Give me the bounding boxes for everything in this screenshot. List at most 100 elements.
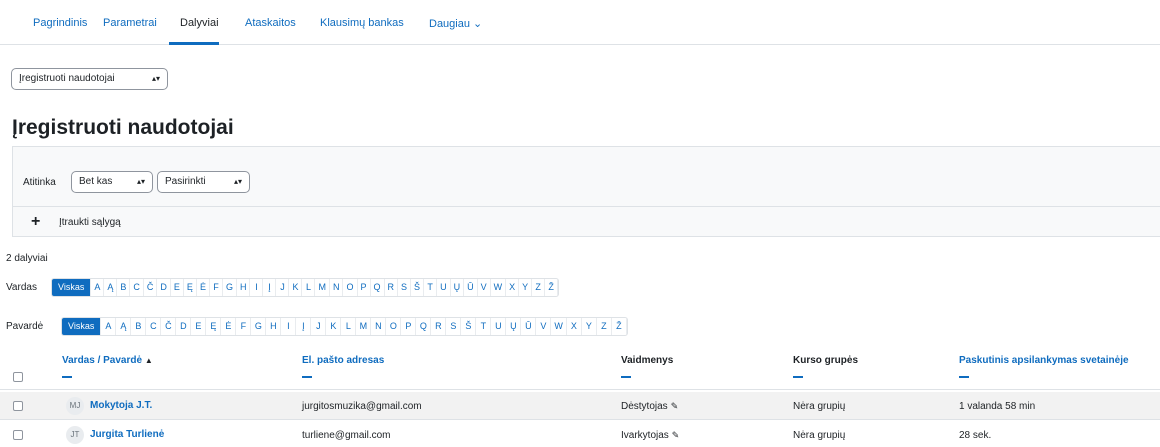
lastname-initial-letter-button[interactable]: I (281, 318, 297, 335)
firstname-initial-all-button[interactable]: Viskas (52, 279, 92, 296)
lastname-initial-letter-button[interactable]: Ž (612, 318, 627, 335)
lastname-initial-letter-button[interactable]: X (567, 318, 582, 335)
firstname-initial-letter-button[interactable]: V (478, 279, 491, 296)
firstname-initial-letter-button[interactable]: F (210, 279, 223, 296)
collapse-column-icon[interactable] (959, 376, 969, 378)
firstname-initial-letter-button[interactable]: Y (519, 279, 533, 296)
firstname-initial-letter-button[interactable]: M (315, 279, 330, 296)
column-header-last-access[interactable]: Paskutinis apsilankymas svetainėje (959, 355, 1129, 378)
firstname-initial-letter-button[interactable]: Č (144, 279, 158, 296)
firstname-initial-letter-button[interactable]: Į (263, 279, 277, 296)
row-checkbox[interactable] (13, 401, 23, 411)
filter-type-select[interactable]: Pasirinkti ▴▾ (157, 171, 250, 193)
select-arrows-icon: ▴▾ (233, 177, 242, 186)
tab-klausimu-bankas[interactable]: Klausimų bankas (320, 17, 404, 29)
firstname-initial-letter-button[interactable]: Z (532, 279, 546, 296)
match-select[interactable]: Bet kas ▴▾ (71, 171, 153, 193)
lastname-initial-letter-button[interactable]: Ė (221, 318, 237, 335)
tab-pagrindinis[interactable]: Pagrindinis (33, 17, 87, 29)
lastname-initial-letter-button[interactable]: Ę (206, 318, 222, 335)
lastname-initial-letter-button[interactable]: L (341, 318, 357, 335)
lastname-initial-letter-button[interactable]: U (491, 318, 507, 335)
column-header-email[interactable]: El. pašto adresas (302, 355, 384, 378)
firstname-initial-letter-button[interactable]: D (157, 279, 171, 296)
firstname-initial-letter-button[interactable]: Ū (464, 279, 478, 296)
lastname-initial-letter-button[interactable]: Į (296, 318, 312, 335)
lastname-initial-letter-button[interactable]: Ų (506, 318, 522, 335)
firstname-initial-letter-button[interactable]: Š (411, 279, 425, 296)
firstname-initial-letter-button[interactable]: H (237, 279, 251, 296)
firstname-initial-letter-button[interactable]: K (289, 279, 303, 296)
page-type-select[interactable]: Įregistruoti naudotojai ▴▾ (11, 68, 168, 90)
user-name-link[interactable]: Jurgita Turlienė (90, 429, 164, 440)
lastname-initial-letter-button[interactable]: Q (416, 318, 432, 335)
lastname-initial-letter-button[interactable]: H (266, 318, 282, 335)
column-header-name[interactable]: Vardas / Pavardė ▲ (62, 355, 153, 378)
firstname-initial-letter-button[interactable]: C (130, 279, 144, 296)
lastname-initial-letter-button[interactable]: D (176, 318, 192, 335)
firstname-initial-letter-button[interactable]: X (506, 279, 520, 296)
firstname-initial-letter-button[interactable]: P (358, 279, 371, 296)
lastname-initial-letter-button[interactable]: J (311, 318, 327, 335)
firstname-initial-letter-button[interactable]: G (223, 279, 237, 296)
firstname-initial-letter-button[interactable]: I (250, 279, 264, 296)
select-all-checkbox[interactable] (13, 372, 23, 382)
firstname-initial-letter-button[interactable]: B (117, 279, 131, 296)
lastname-initial-letter-button[interactable]: E (191, 318, 207, 335)
collapse-column-icon[interactable] (621, 376, 631, 378)
firstname-initial-letter-button[interactable]: L (302, 279, 316, 296)
tab-ataskaitos[interactable]: Ataskaitos (245, 17, 296, 29)
lastname-initial-letter-button[interactable]: K (326, 318, 342, 335)
lastname-initial-letter-button[interactable]: Z (597, 318, 612, 335)
lastname-initial-letter-button[interactable]: G (251, 318, 267, 335)
firstname-initial-letter-button[interactable]: Ų (451, 279, 465, 296)
user-role: Ivarkytojas ✎ (621, 430, 679, 441)
user-name-link[interactable]: Mokytoja J.T. (90, 400, 152, 411)
lastname-initial-letter-button[interactable]: S (446, 318, 462, 335)
lastname-initial-letter-button[interactable]: M (356, 318, 372, 335)
firstname-initial-letter-button[interactable]: W (491, 279, 507, 296)
tab-dalyviai[interactable]: Dalyviai (180, 17, 219, 29)
collapse-column-icon[interactable] (302, 376, 312, 378)
row-checkbox[interactable] (13, 430, 23, 440)
lastname-initial-letter-button[interactable]: T (476, 318, 492, 335)
firstname-initial-letter-button[interactable]: J (276, 279, 290, 296)
pencil-icon[interactable]: ✎ (671, 401, 679, 411)
lastname-initial-letter-button[interactable]: N (371, 318, 387, 335)
tab-parametrai[interactable]: Parametrai (103, 17, 157, 29)
lastname-initial-all-button[interactable]: Viskas (62, 318, 102, 335)
lastname-initial-letter-button[interactable]: R (431, 318, 447, 335)
firstname-initial-letter-button[interactable]: O (343, 279, 358, 296)
collapse-column-icon[interactable] (793, 376, 803, 378)
firstname-initial-letter-button[interactable]: U (437, 279, 451, 296)
firstname-initial-letter-button[interactable]: R (385, 279, 399, 296)
tab-daugiau[interactable]: Daugiau ⌄ (429, 17, 482, 30)
firstname-initial-letter-button[interactable]: Ž (545, 279, 559, 296)
lastname-initial-letter-button[interactable]: V (536, 318, 552, 335)
firstname-initial-letter-button[interactable]: T (424, 279, 438, 296)
add-condition-link[interactable]: Įtraukti sąlygą (59, 217, 121, 228)
lastname-initial-letter-button[interactable]: P (401, 318, 417, 335)
lastname-initial-letter-button[interactable]: F (236, 318, 252, 335)
lastname-initial-letter-button[interactable]: Ū (521, 318, 537, 335)
plus-icon[interactable]: + (31, 213, 40, 231)
lastname-initial-letter-button[interactable]: W (551, 318, 567, 335)
firstname-initial-letter-button[interactable]: Ą (104, 279, 118, 296)
firstname-initial-letter-button[interactable]: Q (371, 279, 385, 296)
firstname-initial-letter-button[interactable]: A (91, 279, 105, 296)
lastname-initial-letter-button[interactable]: C (146, 318, 162, 335)
pencil-icon[interactable]: ✎ (672, 430, 680, 440)
collapse-column-icon[interactable] (62, 376, 72, 378)
lastname-initial-letter-button[interactable]: Č (161, 318, 177, 335)
lastname-initial-letter-button[interactable]: B (131, 318, 147, 335)
firstname-initial-letter-button[interactable]: S (398, 279, 412, 296)
firstname-initial-letter-button[interactable]: Ę (184, 279, 197, 296)
firstname-initial-letter-button[interactable]: Ė (197, 279, 210, 296)
firstname-initial-letter-button[interactable]: N (330, 279, 344, 296)
lastname-initial-letter-button[interactable]: O (386, 318, 402, 335)
lastname-initial-letter-button[interactable]: A (101, 318, 117, 335)
lastname-initial-letter-button[interactable]: Y (582, 318, 597, 335)
lastname-initial-letter-button[interactable]: Ą (116, 318, 132, 335)
firstname-initial-letter-button[interactable]: E (171, 279, 184, 296)
lastname-initial-letter-button[interactable]: Š (461, 318, 477, 335)
